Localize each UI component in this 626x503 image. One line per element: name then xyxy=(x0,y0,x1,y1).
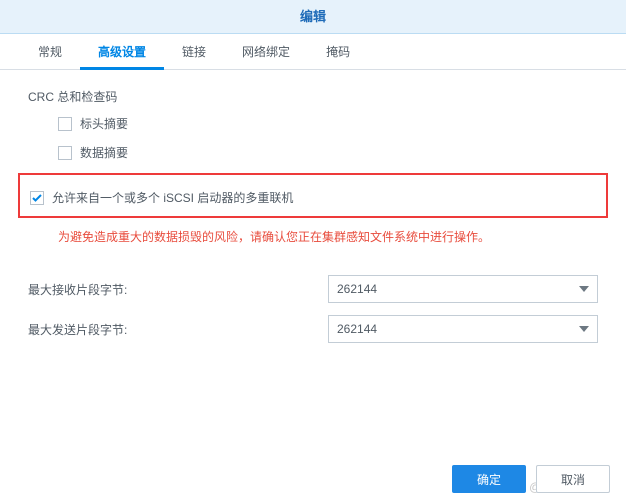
multi-session-label: 允许来自一个或多个 iSCSI 启动器的多重联机 xyxy=(52,189,293,206)
multi-session-warning: 为避免造成重大的数据损毁的风险，请确认您正在集群感知文件系统中进行操作。 xyxy=(58,228,598,245)
data-summary-label: 数据摘要 xyxy=(80,144,128,161)
chevron-down-icon xyxy=(579,286,589,292)
max-send-label: 最大发送片段字节: xyxy=(28,321,328,338)
tab-mask[interactable]: 掩码 xyxy=(308,34,368,70)
tab-network-binding[interactable]: 网络绑定 xyxy=(224,34,308,70)
cancel-button[interactable]: 取消 xyxy=(536,465,610,493)
content-panel: CRC 总和检查码 标头摘要 数据摘要 允许来自一个或多个 iSCSI 启动器的… xyxy=(0,70,626,365)
tab-link[interactable]: 链接 xyxy=(164,34,224,70)
header-summary-checkbox[interactable] xyxy=(58,117,72,131)
crc-group-label: CRC 总和检查码 xyxy=(28,88,598,105)
max-send-select[interactable]: 262144 xyxy=(328,315,598,343)
header-summary-label: 标头摘要 xyxy=(80,115,128,132)
data-summary-checkbox[interactable] xyxy=(58,146,72,160)
max-recv-select[interactable]: 262144 xyxy=(328,275,598,303)
max-recv-label: 最大接收片段字节: xyxy=(28,281,328,298)
tab-advanced[interactable]: 高级设置 xyxy=(80,34,164,70)
max-send-value: 262144 xyxy=(337,322,377,336)
tab-general[interactable]: 常规 xyxy=(20,34,80,70)
multi-session-checkbox[interactable] xyxy=(30,191,44,205)
chevron-down-icon xyxy=(579,326,589,332)
tab-bar: 常规 高级设置 链接 网络绑定 掩码 xyxy=(0,34,626,70)
max-recv-value: 262144 xyxy=(337,282,377,296)
dialog-footer: 确定 取消 xyxy=(452,465,610,493)
multi-session-box: 允许来自一个或多个 iSCSI 启动器的多重联机 xyxy=(18,173,608,218)
ok-button[interactable]: 确定 xyxy=(452,465,526,493)
dialog-title: 编辑 xyxy=(0,0,626,34)
